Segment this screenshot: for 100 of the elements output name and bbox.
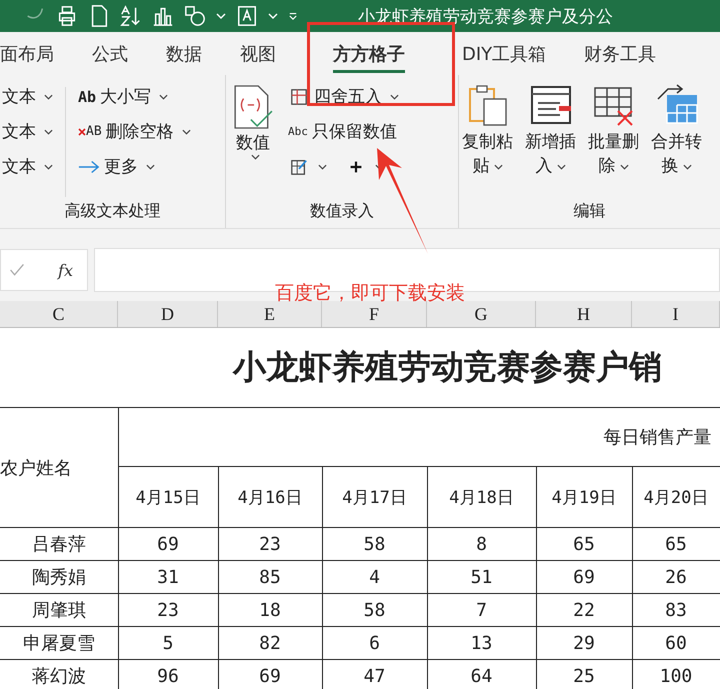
table-cell: 47 — [364, 666, 386, 686]
table-cell: 13 — [470, 632, 492, 654]
text-dropdown[interactable]: 文本 — [0, 81, 55, 112]
table-cell: 4 — [369, 566, 380, 588]
table-cell: 85 — [259, 566, 281, 588]
caret-icon — [556, 164, 566, 170]
ribbon-tab[interactable]: 财务工具 — [565, 32, 676, 75]
text-dropdown[interactable]: 文本 — [0, 116, 55, 147]
insert-row-icon — [528, 83, 572, 127]
group-label: 数值录入 — [309, 201, 375, 222]
table-cell: 6 — [369, 632, 380, 654]
command-button[interactable]: AB 删除空格 — [76, 116, 193, 147]
table-cell: 31 — [157, 566, 179, 588]
ribbon-button[interactable]: 新增插 入 — [522, 81, 579, 201]
caret-icon — [620, 164, 628, 170]
table-cell: 65 — [573, 534, 595, 554]
table-cell: 69 — [573, 566, 595, 588]
caret-icon[interactable] — [268, 12, 278, 20]
table-cell: 82 — [259, 632, 281, 654]
caret-icon[interactable] — [216, 12, 226, 20]
command-button[interactable]: Ab 大小写 — [76, 81, 193, 112]
caret-icon — [390, 94, 399, 100]
ribbon-tab[interactable]: 公式 — [73, 32, 147, 75]
group-label: 高级文本处理 — [64, 201, 162, 222]
caret-icon — [494, 164, 502, 170]
table-cell: 58 — [364, 600, 386, 620]
ribbon-tab[interactable]: 方方格子 — [295, 32, 443, 75]
ribbon-button[interactable]: 复制粘 贴 — [459, 81, 516, 201]
ribbon-button[interactable]: 合并转 换 — [648, 81, 705, 201]
column-header[interactable]: G — [427, 301, 536, 327]
caret-icon — [318, 164, 327, 170]
table-header: 农户姓名 — [0, 458, 72, 478]
table-header: 每日销售产量 — [604, 427, 712, 448]
table-header: 4月16日 — [238, 488, 302, 508]
bar-chart-icon[interactable] — [152, 5, 174, 27]
ribbon-button[interactable]: 批量删 除 — [585, 81, 642, 201]
table-cell: 65 — [665, 534, 687, 554]
sort-icon[interactable] — [120, 5, 142, 27]
shapes-icon[interactable] — [184, 5, 206, 27]
table-cell: 26 — [665, 566, 687, 588]
table-cell: 23 — [157, 600, 179, 620]
table-cell: 申屠夏雪 — [22, 633, 95, 654]
table-cell: 29 — [573, 632, 595, 654]
ribbon-tab[interactable]: DIY工具箱 — [443, 32, 566, 75]
table-header: 4月18日 — [449, 488, 514, 508]
sheet-title: 小龙虾养殖劳动竞赛参赛户销 — [233, 346, 662, 388]
text-icon: Abc — [288, 125, 308, 138]
column-header[interactable]: I — [632, 301, 720, 327]
number-button[interactable]: 数值 — [226, 81, 280, 201]
table-cell: 60 — [665, 632, 687, 654]
table-cell: 吕春萍 — [32, 534, 86, 555]
caret-icon — [44, 128, 53, 134]
table-cell: 96 — [157, 666, 179, 686]
caret-icon — [182, 128, 191, 134]
table-header: 4月15日 — [136, 488, 200, 508]
column-header[interactable]: C — [0, 301, 118, 327]
text-box-icon[interactable] — [236, 5, 258, 27]
column-header[interactable]: D — [118, 301, 218, 327]
customize-icon[interactable] — [288, 12, 298, 20]
table-cell: 18 — [259, 600, 281, 620]
table-cell: 25 — [573, 666, 595, 686]
table-convert-icon — [654, 83, 698, 127]
table-cell: 69 — [259, 666, 281, 686]
check-icon[interactable] — [9, 262, 25, 278]
table-cell: 69 — [157, 534, 179, 554]
table-pencil-icon — [288, 158, 310, 176]
table-cell: 23 — [259, 534, 281, 554]
column-header[interactable]: F — [322, 301, 427, 327]
table-cell: 陶秀娟 — [32, 567, 86, 588]
group-label: 编辑 — [572, 201, 606, 222]
column-header[interactable]: E — [218, 301, 322, 327]
table-icon — [288, 88, 310, 106]
ribbon-tab[interactable]: 面布局 — [0, 32, 73, 75]
command-button[interactable]: 更多 — [76, 151, 193, 182]
table-cell: 83 — [665, 600, 687, 620]
table-cell: 周肇琪 — [32, 600, 86, 621]
keep-numbers-button[interactable]: Abc 只保留数值 — [286, 116, 401, 147]
insert-function-button[interactable]: fx — [52, 260, 79, 280]
table-header: 4月20日 — [644, 488, 708, 508]
ribbon-tab[interactable]: 数据 — [147, 32, 221, 75]
table-header: 4月17日 — [342, 488, 407, 508]
caret-icon — [250, 154, 260, 160]
table-cell: 22 — [573, 600, 595, 620]
case-icon: Ab — [78, 88, 96, 106]
number-format-icon — [232, 83, 274, 131]
column-header[interactable]: H — [536, 301, 632, 327]
table-cell: 7 — [476, 600, 487, 620]
caret-icon — [159, 94, 168, 100]
printer-icon[interactable] — [56, 5, 78, 27]
table-cell: 100 — [660, 666, 692, 686]
caret-icon — [44, 94, 53, 100]
table-header: 4月19日 — [552, 488, 616, 508]
caret-icon — [682, 164, 692, 170]
text-dropdown[interactable]: 文本 — [0, 151, 55, 182]
table-cell: 8 — [476, 534, 487, 554]
table-cell: 58 — [364, 534, 386, 554]
table-cell: 蒋幻波 — [32, 666, 86, 687]
ribbon-tab[interactable]: 视图 — [221, 32, 295, 75]
table-cell: 51 — [470, 566, 492, 588]
caret-icon — [44, 164, 53, 170]
